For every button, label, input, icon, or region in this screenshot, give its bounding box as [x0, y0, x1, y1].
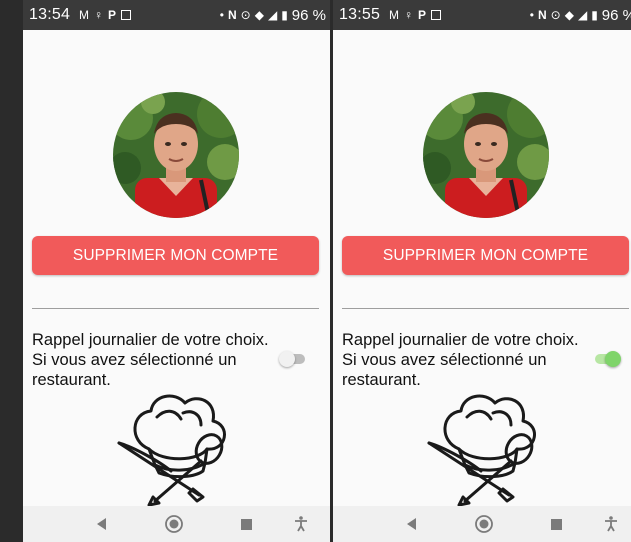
dot-icon: •	[529, 8, 534, 22]
gmail-icon: M	[79, 8, 90, 22]
signal-icon: ◢	[577, 8, 588, 22]
status-bar: 13:54 M ♀ P • N ⊙ ◆ ◢ ▮ 96 %	[23, 0, 330, 30]
dot-icon: •	[219, 8, 224, 22]
image-icon	[121, 10, 132, 20]
reminder-line-2: Si vous avez sélectionné un	[32, 351, 237, 369]
battery-icon: ▮	[591, 8, 598, 22]
recents-icon[interactable]	[545, 506, 567, 542]
signal-icon: ◢	[267, 8, 278, 22]
reminder-line-2: Si vous avez sélectionné un	[342, 351, 547, 369]
home-icon[interactable]	[161, 506, 187, 542]
nfc-icon: N	[227, 8, 237, 22]
status-bar: 13:55 M ♀ P • N ⊙ ◆ ◢ ▮ 96 %	[333, 0, 631, 30]
image-icon	[431, 10, 442, 20]
p-icon: P	[418, 8, 427, 22]
delete-account-button[interactable]: SUPPRIMER MON COMPTE	[32, 236, 319, 275]
gmail-icon: M	[389, 8, 400, 22]
location-icon: ⊙	[240, 8, 251, 22]
switch-thumb	[279, 351, 295, 367]
accessibility-icon[interactable]	[601, 506, 621, 542]
location-icon: ⊙	[550, 8, 561, 22]
lightbulb-icon: ♀	[94, 8, 104, 22]
navigation-bar	[333, 506, 631, 542]
accessibility-icon[interactable]	[291, 506, 311, 542]
chef-hat-cutlery-icon	[419, 377, 549, 507]
avatar[interactable]	[113, 92, 239, 218]
daily-reminder-switch[interactable]	[595, 351, 621, 367]
divider	[32, 308, 319, 309]
lightbulb-icon: ♀	[404, 8, 414, 22]
switch-thumb	[605, 351, 621, 367]
divider	[342, 308, 629, 309]
wifi-icon: ◆	[564, 8, 574, 22]
home-icon[interactable]	[471, 506, 497, 542]
p-icon: P	[108, 8, 117, 22]
reminder-line-1: Rappel journalier de votre choix.	[32, 331, 269, 349]
status-time: 13:55	[339, 6, 381, 23]
screen-before: 13:54 M ♀ P • N ⊙ ◆ ◢ ▮ 96 % SUPPRIMER M…	[23, 0, 330, 542]
back-icon[interactable]	[399, 506, 423, 542]
recents-icon[interactable]	[235, 506, 257, 542]
battery-level: 96 %	[291, 6, 326, 24]
reminder-line-1: Rappel journalier de votre choix.	[342, 331, 579, 349]
wifi-icon: ◆	[254, 8, 264, 22]
chef-hat-cutlery-icon	[109, 377, 239, 507]
delete-account-button[interactable]: SUPPRIMER MON COMPTE	[342, 236, 629, 275]
status-time: 13:54	[29, 6, 71, 23]
battery-level: 96 %	[601, 6, 631, 24]
screen-after: 13:55 M ♀ P • N ⊙ ◆ ◢ ▮ 96 %	[333, 0, 631, 542]
battery-icon: ▮	[281, 8, 288, 22]
avatar[interactable]	[423, 92, 549, 218]
navigation-bar	[23, 506, 330, 542]
back-icon[interactable]	[89, 506, 113, 542]
daily-reminder-switch[interactable]	[279, 351, 305, 367]
nfc-icon: N	[537, 8, 547, 22]
